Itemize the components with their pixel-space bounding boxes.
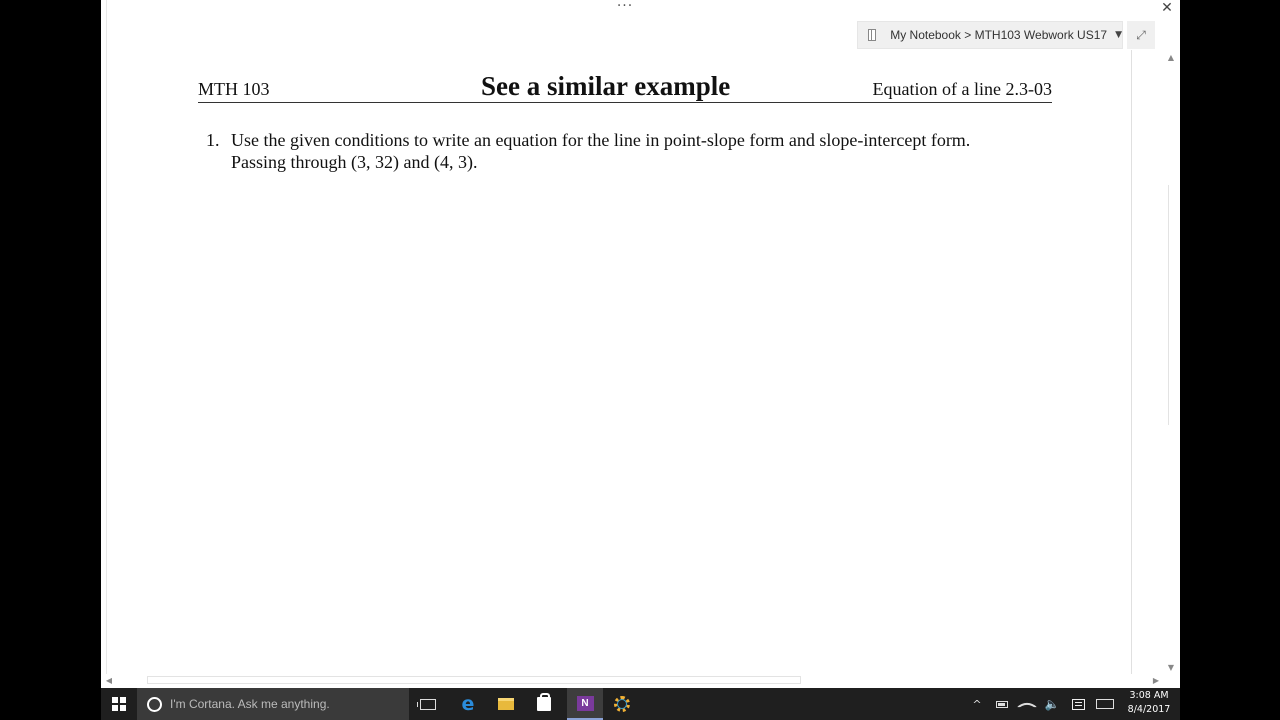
cortana-icon	[147, 696, 162, 712]
close-icon[interactable]: ✕	[1158, 0, 1176, 16]
network-button[interactable]	[1016, 688, 1038, 720]
problem-text: Use the given conditions to write an equ…	[231, 129, 1061, 173]
app-button[interactable]	[607, 688, 637, 720]
show-hidden-icons-chevron-icon[interactable]: ^	[967, 688, 987, 720]
clock-time: 3:08 AM	[1129, 690, 1169, 701]
clock-date: 8/4/2017	[1127, 704, 1171, 715]
scroll-down-icon[interactable]: ▼	[1164, 662, 1178, 674]
task-view-icon	[417, 698, 436, 710]
problem-condition: Passing through (3, 32) and (4, 3).	[231, 152, 478, 172]
wifi-icon	[1017, 697, 1037, 717]
onenote-window: ··· ✕ My Notebook > MTH103 Webwork US17 …	[101, 0, 1180, 688]
edge-icon: e	[461, 693, 475, 715]
notebook-icon	[868, 29, 877, 41]
sunburst-icon	[614, 696, 630, 712]
horizontal-scroll-thumb[interactable]	[147, 676, 801, 684]
page-title: See a similar example	[481, 71, 731, 101]
folder-icon	[498, 698, 514, 710]
scroll-right-icon[interactable]: ▶	[1150, 674, 1162, 688]
course-label: MTH 103	[198, 79, 270, 99]
taskbar: I'm Cortana. Ask me anything. e N ^ 🔈 3:…	[101, 688, 1180, 720]
vertical-scrollbar[interactable]: ▲ ▼	[1164, 50, 1178, 676]
action-center-button[interactable]	[1067, 688, 1089, 720]
file-explorer-button[interactable]	[491, 688, 521, 720]
battery-button[interactable]	[992, 688, 1012, 720]
horizontal-scrollbar[interactable]: ◀ ▶	[101, 674, 1164, 688]
taskbar-clock[interactable]: 3:08 AM 8/4/2017	[1121, 689, 1177, 719]
chevron-down-icon[interactable]: ▼	[1115, 30, 1122, 40]
expand-button[interactable]: ⤢	[1127, 21, 1155, 49]
section-label: Equation of a line 2.3-03	[872, 79, 1052, 99]
notebook-breadcrumb[interactable]: My Notebook > MTH103 Webwork US17 ▼	[857, 21, 1123, 49]
header-divider	[198, 102, 1052, 103]
onenote-taskbar-button[interactable]: N	[567, 688, 603, 720]
vertical-scroll-thumb[interactable]	[1168, 185, 1174, 425]
task-view-button[interactable]	[413, 688, 443, 720]
breadcrumb-label: My Notebook > MTH103 Webwork US17	[890, 28, 1108, 42]
cortana-search-box[interactable]: I'm Cortana. Ask me anything.	[137, 688, 409, 720]
battery-icon	[996, 700, 1008, 708]
volume-icon[interactable]: 🔈	[1042, 688, 1062, 720]
problem-number: 1.	[206, 130, 220, 150]
start-button[interactable]	[101, 688, 137, 720]
windows-logo-icon	[112, 697, 126, 711]
onenote-icon: N	[576, 695, 594, 711]
edge-button[interactable]: e	[453, 688, 483, 720]
window-menu-dots-icon[interactable]: ···	[615, 0, 635, 15]
notification-icon	[1071, 698, 1085, 710]
scroll-up-icon[interactable]: ▲	[1164, 52, 1178, 64]
touch-keyboard-button[interactable]	[1093, 688, 1117, 720]
keyboard-icon	[1096, 699, 1114, 709]
store-bag-icon	[537, 693, 551, 711]
problem-instruction: Use the given conditions to write an equ…	[231, 130, 971, 150]
store-button[interactable]	[529, 688, 559, 720]
cortana-placeholder: I'm Cortana. Ask me anything.	[170, 697, 330, 711]
scroll-left-icon[interactable]: ◀	[103, 674, 115, 688]
